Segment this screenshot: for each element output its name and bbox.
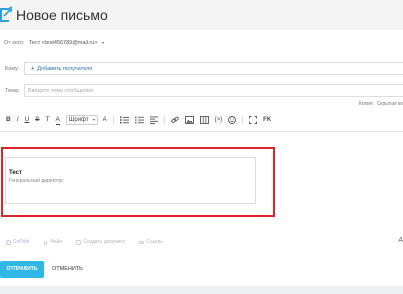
editor-divider bbox=[0, 131, 403, 132]
plus-icon: + bbox=[31, 66, 35, 72]
cancel-button[interactable]: ОТМЕНИТЬ bbox=[52, 266, 83, 272]
code-button[interactable]: {>} bbox=[215, 115, 223, 125]
toolbar-divider bbox=[242, 116, 244, 124]
toolbar-divider bbox=[163, 116, 165, 124]
underline-button[interactable]: U bbox=[25, 115, 30, 125]
compose-icon bbox=[0, 6, 12, 22]
link-icon[interactable] bbox=[170, 116, 179, 124]
copilot-label: CoPilot bbox=[13, 239, 30, 245]
attachment-bar: CoPilot Файл Создать документ Ссылы bbox=[6, 238, 177, 246]
font-size-icon: A bbox=[102, 117, 107, 123]
links-button[interactable]: Ссылы bbox=[139, 239, 163, 245]
clear-format-button[interactable]: T bbox=[46, 115, 50, 125]
strikethrough-button[interactable]: S bbox=[35, 115, 39, 125]
emoji-icon[interactable] bbox=[228, 116, 237, 124]
format-toolbar: B I U S T A Шрифт A {>} FK bbox=[6, 114, 277, 126]
align-icon[interactable] bbox=[149, 116, 158, 124]
bold-button[interactable]: B bbox=[6, 115, 11, 125]
text-color-button[interactable]: A bbox=[55, 116, 60, 125]
copilot-button[interactable]: CoPilot bbox=[6, 239, 29, 245]
signature-name: Тест bbox=[9, 170, 22, 176]
copilot-icon bbox=[6, 239, 11, 245]
add-recipient-link[interactable]: + Добавить получателя bbox=[31, 66, 92, 72]
toolbar-divider bbox=[112, 116, 114, 124]
from-label: От кого: bbox=[4, 40, 25, 46]
attach-file-button[interactable]: Файл bbox=[43, 239, 62, 245]
links-label: Ссылы bbox=[146, 239, 163, 245]
create-document-label: Создать документ bbox=[83, 239, 126, 245]
italic-button[interactable]: I bbox=[17, 115, 19, 125]
font-size-button[interactable]: A bbox=[103, 115, 107, 125]
table-icon[interactable] bbox=[199, 116, 209, 124]
header: Новое письмо bbox=[0, 0, 403, 30]
translate-button[interactable]: FK bbox=[263, 115, 271, 125]
bcc-link[interactable]: Скрытая ко bbox=[377, 101, 403, 107]
footer-bar bbox=[0, 286, 403, 294]
subject-input[interactable]: Введите тему сообщения bbox=[24, 84, 403, 97]
chevron-down-icon[interactable] bbox=[102, 41, 105, 44]
signature-block[interactable]: Тест Генеральный директор bbox=[5, 157, 256, 204]
from-row[interactable]: От кого: Тест <test456789@mail.ru> bbox=[4, 40, 105, 46]
font-select[interactable]: Шрифт bbox=[65, 115, 98, 125]
to-label: Кому: bbox=[5, 66, 20, 72]
copies-links: Копия Скрытая ко bbox=[359, 101, 403, 107]
link-icon bbox=[139, 240, 145, 244]
subject-placeholder: Введите тему сообщения bbox=[28, 88, 94, 94]
to-field[interactable]: + Добавить получателя bbox=[24, 62, 403, 75]
text-tool-label[interactable]: A bbox=[398, 237, 403, 244]
cc-link[interactable]: Копия bbox=[359, 101, 373, 107]
create-document-button[interactable]: Создать документ bbox=[76, 239, 125, 245]
document-icon bbox=[76, 239, 81, 245]
image-icon[interactable] bbox=[184, 116, 194, 124]
fullscreen-icon[interactable] bbox=[249, 116, 258, 124]
from-value[interactable]: Тест <test456789@mail.ru> bbox=[29, 40, 98, 46]
attach-file-label: Файл bbox=[50, 239, 63, 245]
page-title: Новое письмо bbox=[16, 7, 108, 23]
chevron-down-icon bbox=[92, 119, 95, 121]
bullet-list-icon[interactable] bbox=[134, 116, 144, 124]
add-recipient-label: Добавить получателя bbox=[37, 66, 93, 72]
signature-position: Генеральный директор bbox=[9, 178, 63, 184]
paperclip-icon bbox=[44, 240, 47, 245]
send-button[interactable]: ОТПРАВИТЬ bbox=[0, 261, 44, 278]
font-select-label: Шрифт bbox=[68, 117, 89, 123]
numbered-list-icon[interactable] bbox=[119, 116, 129, 124]
subject-label: Тема: bbox=[5, 88, 20, 94]
